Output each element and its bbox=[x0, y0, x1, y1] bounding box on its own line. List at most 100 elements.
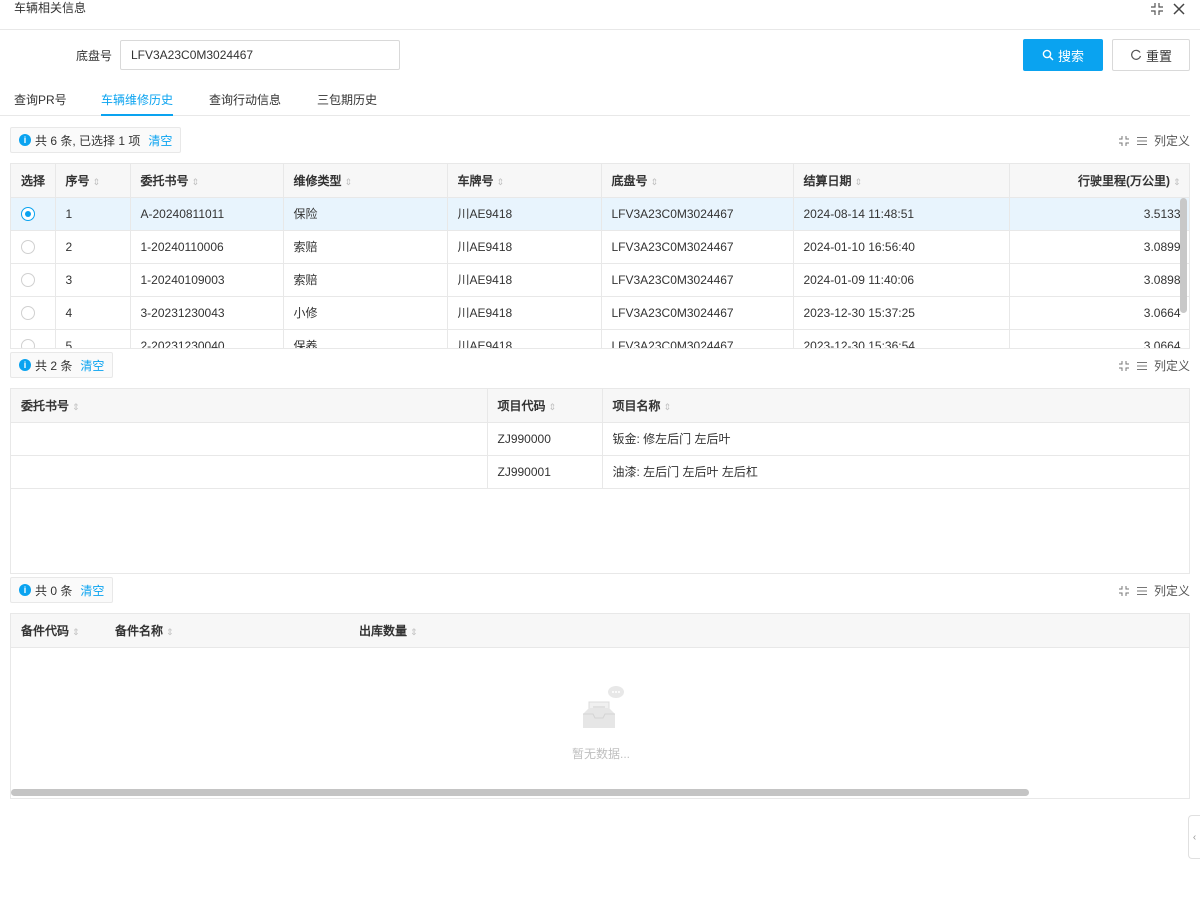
tab-warranty-history[interactable]: 三包期历史 bbox=[317, 91, 377, 116]
row-item-code: ZJ990000 bbox=[487, 422, 603, 456]
table-header: 委托书号 ⇕ 项目代码 ⇕ 项目名称 ⇕ bbox=[11, 389, 1189, 423]
row-order-no bbox=[11, 422, 488, 456]
table-row[interactable]: 2 1-20240110006 索赔 川AE9418 LFV3A23C0M302… bbox=[11, 230, 1189, 264]
project-count-text: 共 2 条 bbox=[35, 358, 73, 373]
col-header-select: 选择 bbox=[11, 164, 56, 198]
col-header-part-code[interactable]: 备件代码 ⇕ bbox=[11, 614, 105, 648]
table-row[interactable]: 4 3-20231230043 小修 川AE9418 LFV3A23C0M302… bbox=[11, 296, 1189, 330]
col-header-mileage[interactable]: 行驶里程(万公里) ⇕ bbox=[1009, 164, 1189, 198]
col-header-item-name[interactable]: 项目名称 ⇕ bbox=[602, 389, 1189, 423]
row-index: 4 bbox=[55, 296, 131, 330]
reset-button[interactable]: 重置 bbox=[1112, 39, 1190, 71]
search-icon bbox=[1042, 49, 1054, 61]
row-index: 2 bbox=[55, 230, 131, 264]
row-settle-date: 2024-01-10 16:56:40 bbox=[793, 230, 1010, 264]
sort-icon: ⇕ bbox=[92, 176, 101, 187]
sort-icon: ⇕ bbox=[663, 401, 672, 412]
row-plate: 川AE9418 bbox=[447, 329, 602, 348]
fullscreen-icon[interactable] bbox=[1118, 585, 1130, 597]
side-collapse-tab[interactable]: ‹ bbox=[1188, 815, 1200, 859]
col-header-order-no[interactable]: 委托书号 ⇕ bbox=[11, 389, 488, 423]
fullscreen-icon[interactable] bbox=[1118, 135, 1130, 147]
row-radio[interactable] bbox=[21, 239, 35, 254]
table-row[interactable]: ZJ990000 钣金: 修左后门 左后叶 bbox=[11, 422, 1189, 456]
row-mileage: 3.0899 bbox=[1009, 230, 1189, 264]
list-icon bbox=[1136, 361, 1147, 370]
column-settings[interactable]: 列定义 bbox=[1118, 132, 1190, 149]
row-order-no: 1-20240110006 bbox=[130, 230, 284, 264]
column-settings-label: 列定义 bbox=[1153, 134, 1190, 148]
col-header-plate[interactable]: 车牌号 ⇕ bbox=[447, 164, 602, 198]
col-header-item-code[interactable]: 项目代码 ⇕ bbox=[487, 389, 603, 423]
column-settings-label: 列定义 bbox=[1153, 359, 1190, 373]
col-header-index[interactable]: 序号 ⇕ bbox=[55, 164, 131, 198]
row-radio[interactable] bbox=[21, 272, 35, 287]
row-settle-date: 2024-01-09 11:40:06 bbox=[793, 263, 1010, 297]
sort-icon: ⇕ bbox=[72, 626, 80, 637]
empty-text: 暂无数据... bbox=[571, 747, 630, 761]
sort-icon: ⇕ bbox=[72, 401, 80, 412]
table-row[interactable]: ZJ990001 油漆: 左后门 左后叶 左后杠 bbox=[11, 455, 1189, 489]
row-radio[interactable] bbox=[21, 305, 35, 320]
row-order-no bbox=[11, 455, 488, 489]
table-row[interactable]: 1 A-20240811011 保险 川AE9418 LFV3A23C0M302… bbox=[11, 197, 1189, 231]
sort-icon: ⇕ bbox=[191, 176, 200, 187]
row-item-name: 油漆: 左后门 左后叶 左后杠 bbox=[602, 455, 1189, 489]
sort-icon: ⇕ bbox=[854, 176, 863, 187]
tab-repair-history[interactable]: 车辆维修历史 bbox=[101, 91, 174, 116]
row-index: 3 bbox=[55, 263, 131, 297]
clear-selection-link[interactable]: 清空 bbox=[80, 357, 104, 374]
parts-count-text: 共 0 条 bbox=[35, 583, 73, 598]
fullscreen-icon[interactable] bbox=[1118, 360, 1130, 372]
col-header-out-qty[interactable]: 出库数量 ⇕ bbox=[349, 614, 1189, 648]
window-titlebar: 车辆相关信息 bbox=[0, 0, 1200, 30]
row-vin: LFV3A23C0M3024467 bbox=[601, 263, 794, 297]
clear-selection-link[interactable]: 清空 bbox=[148, 132, 172, 149]
empty-inbox-icon bbox=[583, 686, 624, 728]
tab-campaign-info[interactable]: 查询行动信息 bbox=[209, 91, 281, 116]
repair-history-table: 选择 序号 ⇕ 委托书号 ⇕ 维修类型 ⇕ 车牌号 ⇕ 底盘号 ⇕ 结算日期 ⇕ 行驶里程(… bbox=[10, 163, 1190, 349]
row-repair-type: 小修 bbox=[283, 296, 448, 330]
row-index: 5 bbox=[55, 329, 131, 348]
sort-icon: ⇕ bbox=[548, 401, 557, 412]
column-settings[interactable]: 列定义 bbox=[1118, 357, 1190, 374]
list-icon bbox=[1136, 586, 1147, 595]
col-header-repair-type[interactable]: 维修类型 ⇕ bbox=[283, 164, 448, 198]
sort-icon: ⇕ bbox=[344, 176, 353, 187]
sort-icon: ⇕ bbox=[166, 626, 174, 637]
col-header-vin[interactable]: 底盘号 ⇕ bbox=[601, 164, 794, 198]
row-order-no: 3-20231230043 bbox=[130, 296, 284, 330]
row-mileage: 3.5133 bbox=[1009, 197, 1189, 231]
table-row[interactable]: 5 2-20231230040 保养 川AE9418 LFV3A23C0M302… bbox=[11, 329, 1189, 348]
fullscreen-icon[interactable] bbox=[1150, 2, 1164, 16]
clear-selection-link[interactable]: 清空 bbox=[80, 582, 104, 599]
row-vin: LFV3A23C0M3024467 bbox=[601, 329, 794, 348]
tab-pr-number[interactable]: 查询PR号 bbox=[14, 91, 67, 116]
repair-count-text: 共 6 条, 已选择 1 项 bbox=[35, 133, 141, 148]
vin-input[interactable] bbox=[120, 40, 400, 70]
col-header-order-no[interactable]: 委托书号 ⇕ bbox=[130, 164, 284, 198]
col-header-part-name[interactable]: 备件名称 ⇕ bbox=[105, 614, 349, 648]
row-mileage: 3.0664 bbox=[1009, 296, 1189, 330]
parts-table: 备件代码 ⇕ 备件名称 ⇕ 出库数量 ⇕ 暂无数据... bbox=[10, 613, 1190, 799]
vin-label: 底盘号 bbox=[76, 49, 113, 63]
reset-button-label: 重置 bbox=[1145, 48, 1172, 64]
vertical-scrollbar[interactable] bbox=[1180, 198, 1187, 313]
column-settings[interactable]: 列定义 bbox=[1118, 582, 1190, 599]
table-header: 选择 序号 ⇕ 委托书号 ⇕ 维修类型 ⇕ 车牌号 ⇕ 底盘号 ⇕ 结算日期 ⇕ 行驶里程(… bbox=[11, 164, 1189, 198]
row-radio[interactable] bbox=[21, 206, 35, 221]
col-header-settle-date[interactable]: 结算日期 ⇕ bbox=[793, 164, 1010, 198]
info-icon: i bbox=[19, 134, 31, 146]
row-plate: 川AE9418 bbox=[447, 230, 602, 264]
row-repair-type: 索赔 bbox=[283, 230, 448, 264]
sort-icon: ⇕ bbox=[410, 626, 418, 637]
close-icon[interactable] bbox=[1172, 2, 1186, 16]
list-icon bbox=[1136, 136, 1147, 145]
horizontal-scrollbar[interactable] bbox=[11, 789, 1029, 796]
row-radio[interactable] bbox=[21, 338, 35, 348]
search-button[interactable]: 搜索 bbox=[1023, 39, 1103, 71]
table-row[interactable]: 3 1-20240109003 索赔 川AE9418 LFV3A23C0M302… bbox=[11, 263, 1189, 297]
repair-items-table: 委托书号 ⇕ 项目代码 ⇕ 项目名称 ⇕ ZJ990000 钣金: 修左后门 左后叶 … bbox=[10, 388, 1190, 574]
window-controls bbox=[1150, 0, 1186, 18]
row-order-no: 1-20240109003 bbox=[130, 263, 284, 297]
